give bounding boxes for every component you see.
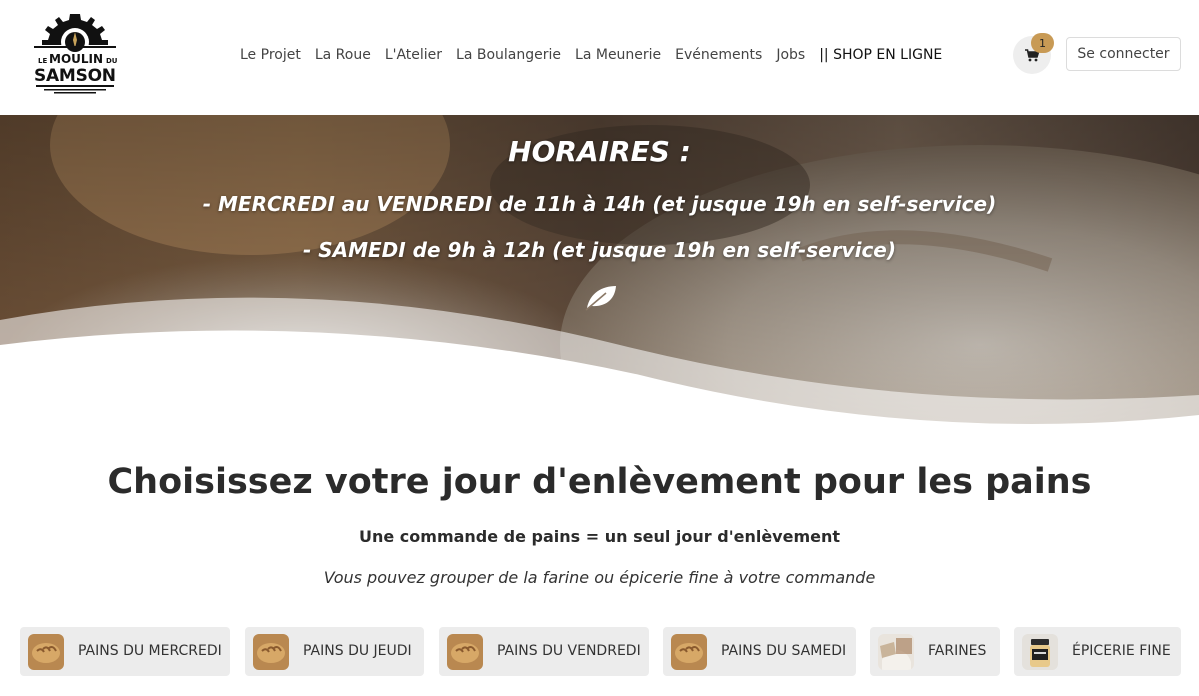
bread-icon bbox=[671, 634, 707, 670]
logo-text-du: DU bbox=[106, 57, 118, 65]
nav-item-jobs[interactable]: Jobs bbox=[769, 44, 812, 66]
hours-title: HORAIRES : bbox=[508, 135, 691, 168]
category-label: FARINES bbox=[928, 643, 987, 659]
hours-saturday: - SAMEDI de 9h à 12h (et jusque 19h en s… bbox=[302, 238, 897, 262]
section-note: Vous pouvez grouper de la farine ou épic… bbox=[323, 568, 876, 587]
leaf-icon bbox=[585, 286, 616, 311]
main-nav: Le Projet La Roue L'Atelier La Boulanger… bbox=[233, 44, 949, 66]
category-pains-du-jeudi[interactable]: PAINS DU JEUDI bbox=[245, 627, 424, 676]
mill-wheel-logo-icon: LE MOULIN DU SAMSON bbox=[34, 14, 118, 94]
nav-item-la-boulangerie[interactable]: La Boulangerie bbox=[449, 44, 568, 66]
page: LE MOULIN DU SAMSON Le Projet La Roue L'… bbox=[0, 0, 1199, 696]
category-pains-du-vendredi[interactable]: PAINS DU VENDREDI bbox=[439, 627, 649, 676]
hours-weekdays: - MERCREDI au VENDREDI de 11h à 14h (et … bbox=[202, 192, 997, 216]
section-subtitle: Une commande de pains = un seul jour d'e… bbox=[358, 527, 841, 546]
hero-banner: HORAIRES : - MERCREDI au VENDREDI de 11h… bbox=[0, 115, 1199, 445]
category-label: PAINS DU JEUDI bbox=[303, 643, 412, 659]
cart-count-badge: 1 bbox=[1031, 33, 1054, 53]
bread-icon bbox=[28, 634, 64, 670]
category-pains-du-samedi[interactable]: PAINS DU SAMEDI bbox=[663, 627, 856, 676]
logo-text-moulin: MOULIN bbox=[49, 52, 103, 66]
nav-item-la-roue[interactable]: La Roue bbox=[308, 44, 378, 66]
nav-item-la-meunerie[interactable]: La Meunerie bbox=[568, 44, 668, 66]
site-logo[interactable]: LE MOULIN DU SAMSON bbox=[30, 10, 120, 96]
category-label: PAINS DU VENDREDI bbox=[497, 643, 641, 659]
category-farines[interactable]: FARINES bbox=[870, 627, 1000, 676]
login-button[interactable]: Se connecter bbox=[1066, 37, 1181, 71]
category-label: ÉPICERIE FINE bbox=[1072, 643, 1171, 659]
nav-item-shop-en-ligne[interactable]: || SHOP EN LIGNE bbox=[812, 44, 949, 66]
bread-icon bbox=[253, 634, 289, 670]
jar-icon bbox=[1022, 634, 1058, 670]
logo-text-le: LE bbox=[38, 57, 47, 65]
bread-icon bbox=[447, 634, 483, 670]
category-epicerie-fine[interactable]: ÉPICERIE FINE bbox=[1014, 627, 1181, 676]
nav-item-l-atelier[interactable]: L'Atelier bbox=[378, 44, 449, 66]
logo-text-samson: SAMSON bbox=[34, 66, 116, 86]
site-header: LE MOULIN DU SAMSON Le Projet La Roue L'… bbox=[0, 0, 1199, 115]
section-headline: Choisissez votre jour d'enlèvement pour … bbox=[107, 462, 1092, 502]
category-label: PAINS DU SAMEDI bbox=[721, 643, 847, 659]
category-pains-du-mercredi[interactable]: PAINS DU MERCREDI bbox=[20, 627, 230, 676]
nav-item-evenements[interactable]: Evénements bbox=[668, 44, 769, 66]
nav-item-le-projet[interactable]: Le Projet bbox=[233, 44, 308, 66]
category-label: PAINS DU MERCREDI bbox=[78, 643, 222, 659]
flour-icon bbox=[878, 634, 914, 670]
